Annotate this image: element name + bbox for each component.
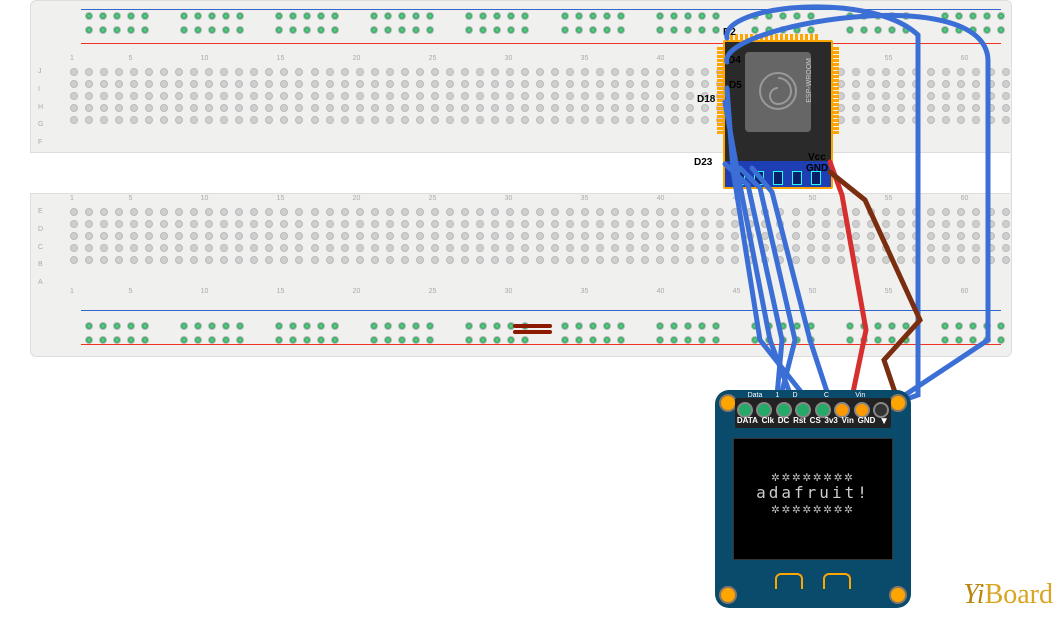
col-numbers-top: for(let c=1;c<=63;c++)document.write('<s… xyxy=(70,55,1010,62)
col-numbers-bot: for(let c=1;c<=63;c++)document.write('<s… xyxy=(70,288,1010,295)
pin-d2: D2 xyxy=(723,27,736,38)
star-row-icon: ✲✲✲✲✲✲✲✲ xyxy=(734,501,892,517)
pin-d5: D5 xyxy=(729,80,742,91)
oled-text: adafruit! xyxy=(734,485,892,501)
mount-hole xyxy=(889,586,907,604)
oled-pin-labels: DATAClk DCRst CS3v3 VinGND ▼ xyxy=(735,416,891,427)
field-top: for(let c=0;c<63;c++){document.write('<d… xyxy=(70,68,1010,124)
mount-hole xyxy=(719,586,737,604)
oled-board: ✦ Data1 DC Vin DATAClk DCRst CS3v3 VinGN… xyxy=(715,390,911,608)
row-letters-bot: EDCBA xyxy=(38,208,43,286)
oled-flex xyxy=(775,573,851,593)
rail-bottom: for(let g=0;g<10;g++){document.write('<d… xyxy=(85,322,1005,344)
watermark: YiBoard xyxy=(963,579,1053,611)
breadboard-channel xyxy=(30,152,1010,194)
row-letters-top: JIHGF xyxy=(38,68,43,146)
pin-d18: D18 xyxy=(697,94,715,105)
col-numbers-mid: for(let c=1;c<=63;c++)document.write('<s… xyxy=(70,195,1010,202)
field-bottom: for(let c=0;c<63;c++){document.write('<d… xyxy=(70,208,1010,264)
esp32-label: ESP-WROOM xyxy=(806,58,813,103)
mount-hole xyxy=(889,394,907,412)
pin-d4: D4 xyxy=(728,55,741,66)
esp32-shield: ESP-WROOM xyxy=(745,52,811,132)
pin-gnd: GND xyxy=(806,163,828,174)
oled-screen: ✲✲✲✲✲✲✲✲ adafruit! ✲✲✲✲✲✲✲✲ xyxy=(733,438,893,560)
pin-d23: D23 xyxy=(694,157,712,168)
oled-top-labels: Data1 DC Vin xyxy=(741,392,885,399)
rail-top: for(let g=0;g<10;g++){document.write('<d… xyxy=(85,12,1005,34)
pin-vcc: Vcc xyxy=(808,152,826,163)
